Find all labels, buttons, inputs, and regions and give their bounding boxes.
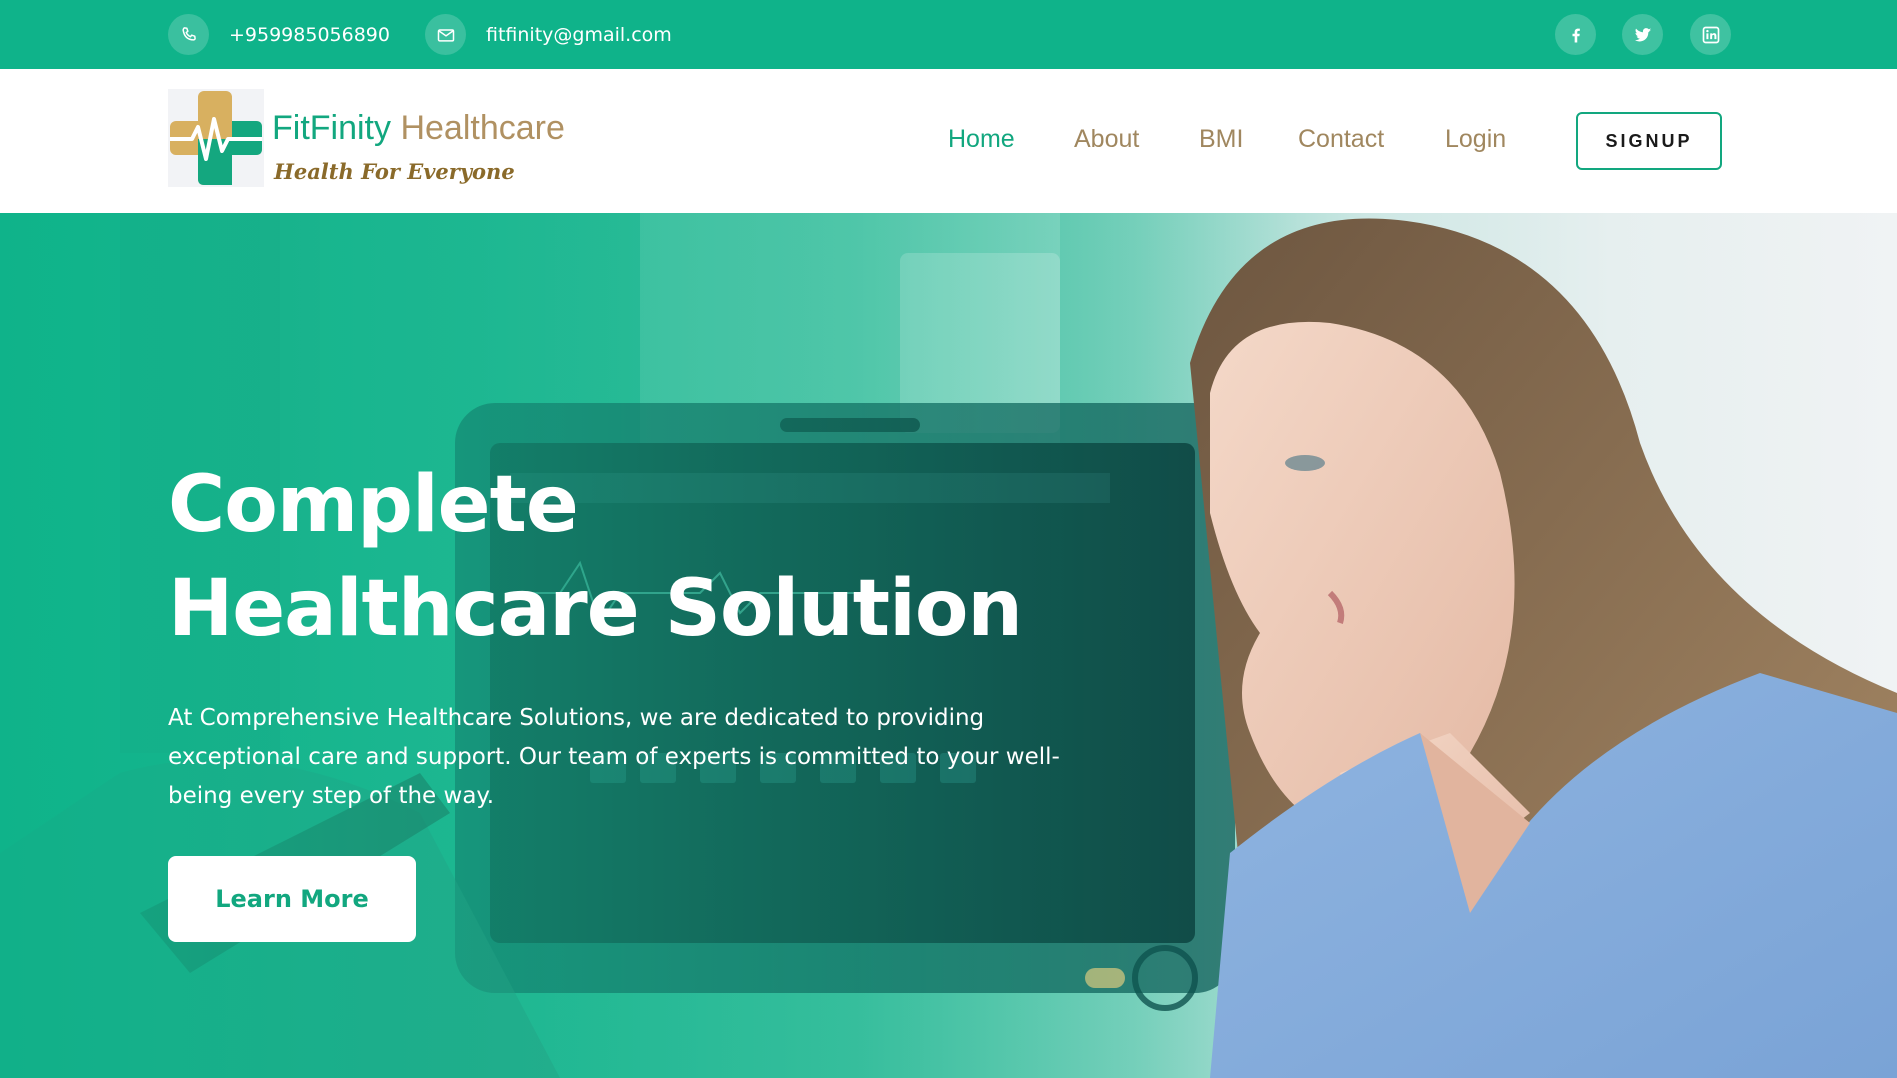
- brand-name: FitFinity Healthcare: [272, 109, 565, 148]
- hero-title-line2: Healthcare Solution: [168, 564, 1023, 654]
- learn-more-button[interactable]: Learn More: [168, 856, 416, 942]
- twitter-icon[interactable]: [1622, 14, 1663, 55]
- signup-button[interactable]: SIGNUP: [1576, 112, 1722, 170]
- top-bar: +959985056890 fitfinity@gmail.com: [0, 0, 1897, 69]
- nav-contact[interactable]: Contact: [1298, 125, 1384, 154]
- hero-description: At Comprehensive Healthcare Solutions, w…: [168, 705, 1060, 809]
- brand-name-part1: FitFinity: [272, 109, 391, 147]
- email-contact[interactable]: fitfinity@gmail.com: [425, 14, 672, 55]
- facebook-icon[interactable]: [1555, 14, 1596, 55]
- brand-tagline: Health For Everyone: [274, 159, 515, 184]
- brand-name-part2: Healthcare: [400, 109, 565, 147]
- hero-section: Complete Healthcare Solution At Comprehe…: [0, 213, 1897, 1078]
- nav-home[interactable]: Home: [948, 125, 1015, 154]
- email-address: fitfinity@gmail.com: [486, 23, 672, 46]
- site-header: FitFinity Healthcare Health For Everyone…: [0, 69, 1897, 213]
- linkedin-icon[interactable]: [1690, 14, 1731, 55]
- phone-contact[interactable]: +959985056890: [168, 14, 390, 55]
- nav-about[interactable]: About: [1074, 125, 1139, 154]
- medical-cross-logo-icon: [168, 89, 264, 187]
- mail-icon: [425, 14, 466, 55]
- hero-title: Complete Healthcare Solution: [168, 453, 1023, 661]
- phone-number: +959985056890: [229, 23, 390, 46]
- brand-logo[interactable]: FitFinity Healthcare Health For Everyone: [168, 89, 588, 199]
- nav-login[interactable]: Login: [1445, 125, 1506, 154]
- nav-bmi[interactable]: BMI: [1199, 125, 1243, 154]
- hero-title-line1: Complete: [168, 460, 579, 550]
- phone-icon: [168, 14, 209, 55]
